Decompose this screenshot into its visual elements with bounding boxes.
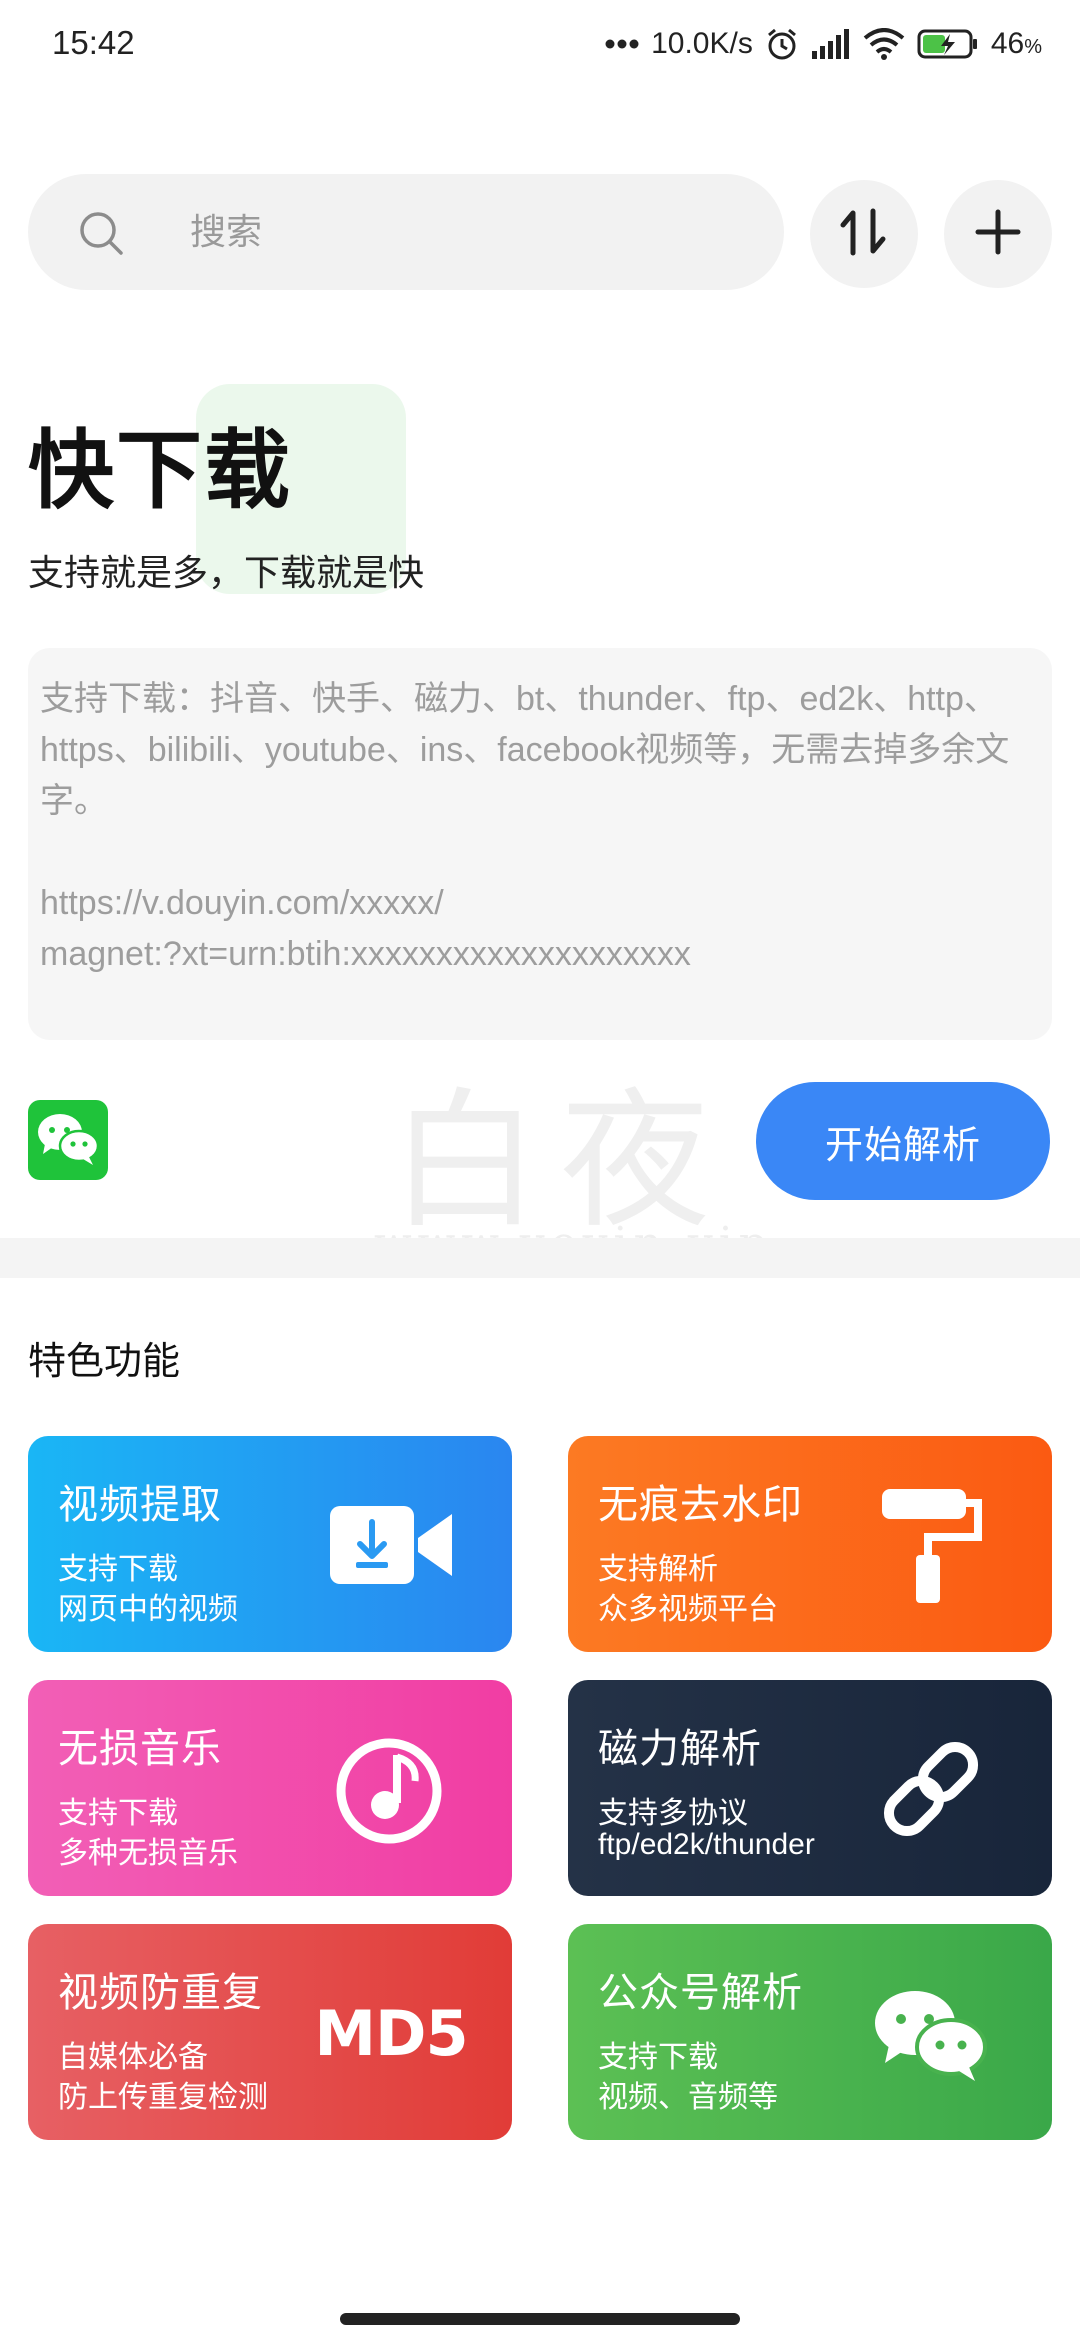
search-icon [78, 210, 124, 256]
plus-icon [974, 208, 1022, 260]
feature-card-desc: 自媒体必备 [58, 2040, 208, 2075]
sort-button[interactable] [810, 180, 918, 288]
home-indicator[interactable] [340, 2313, 740, 2325]
status-icons: 10.0K/s 46% [605, 22, 1042, 66]
feature-card-title: 公众号解析 [598, 1970, 803, 2016]
feature-card-desc: 多种无损音乐 [58, 1837, 238, 1870]
feature-card-title: 磁力解析 [598, 1726, 762, 1772]
md5-text: MD5 [314, 1996, 468, 2070]
wechat-icon [35, 1110, 101, 1170]
feature-card-desc: 网页中的视频 [58, 1593, 238, 1626]
battery-charging-icon [917, 28, 979, 60]
more-dots-icon [605, 38, 639, 50]
app-subtitle: 支持就是多，下载就是快 [28, 553, 425, 594]
section-divider [0, 1238, 1080, 1278]
wifi-icon [863, 28, 905, 60]
feature-card-desc: 支持下载 [598, 2040, 718, 2075]
alarm-icon [765, 27, 799, 61]
sort-updown-icon [838, 207, 890, 261]
link-chain-icon [866, 1724, 996, 1854]
wechat-icon [866, 1968, 996, 2098]
battery-percent: 46% [990, 27, 1042, 60]
status-bar: 15:42 10.0K/s 46% [0, 0, 1080, 90]
paint-roller-icon [866, 1480, 996, 1610]
feature-card-video-dedup[interactable]: 视频防重复 自媒体必备 防上传重复检测 MD5 [28, 1924, 512, 2140]
wechat-share-button[interactable] [28, 1100, 108, 1180]
app-title: 快下载 [28, 421, 292, 521]
add-button[interactable] [944, 180, 1052, 288]
feature-card-desc: 支持多协议 [598, 1796, 748, 1831]
feature-card-title: 无痕去水印 [598, 1482, 803, 1528]
feature-card-wechat-parse[interactable]: 公众号解析 支持下载 视频、音频等 [568, 1924, 1052, 2140]
video-download-icon [326, 1480, 456, 1610]
feature-card-lossless-music[interactable]: 无损音乐 支持下载 多种无损音乐 [28, 1680, 512, 1896]
feature-card-desc: 视频、音频等 [598, 2081, 778, 2114]
feature-card-desc: 支持解析 [598, 1552, 718, 1587]
feature-card-title: 视频提取 [58, 1482, 222, 1528]
feature-card-title: 视频防重复 [58, 1970, 263, 2016]
net-speed: 10.0K/s [651, 27, 753, 60]
md5-icon: MD5 [314, 1968, 468, 2098]
feature-card-desc: 众多视频平台 [598, 1593, 778, 1626]
feature-card-desc: 防上传重复检测 [58, 2081, 268, 2114]
feature-card-desc: 支持下载 [58, 1796, 178, 1831]
features-section-title: 特色功能 [28, 1339, 181, 1383]
url-input-hint: 支持下载：抖音、快手、磁力、bt、thunder、ftp、ed2k、http、h… [40, 680, 1010, 820]
start-parse-button[interactable]: 开始解析 [756, 1082, 1050, 1200]
search-input[interactable] [190, 204, 750, 260]
feature-card-video-extract[interactable]: 视频提取 支持下载 网页中的视频 [28, 1436, 512, 1652]
feature-card-desc: 支持下载 [58, 1552, 178, 1587]
url-example-magnet: magnet:?xt=urn:btih:xxxxxxxxxxxxxxxxxxxx [40, 935, 691, 973]
feature-card-magnet-parse[interactable]: 磁力解析 支持多协议 ftp/ed2k/thunder [568, 1680, 1052, 1896]
signal-icon [811, 29, 851, 59]
feature-card-desc: ftp/ed2k/thunder [598, 1828, 815, 1861]
url-example-douyin: https://v.douyin.com/xxxxx/ [40, 884, 444, 922]
feature-card-remove-watermark[interactable]: 无痕去水印 支持解析 众多视频平台 [568, 1436, 1052, 1652]
url-input-area[interactable]: 支持下载：抖音、快手、磁力、bt、thunder、ftp、ed2k、http、h… [28, 648, 1052, 1040]
music-note-icon [326, 1724, 456, 1854]
search-bar[interactable] [28, 174, 784, 290]
status-time: 15:42 [52, 24, 135, 61]
feature-card-title: 无损音乐 [58, 1726, 222, 1772]
